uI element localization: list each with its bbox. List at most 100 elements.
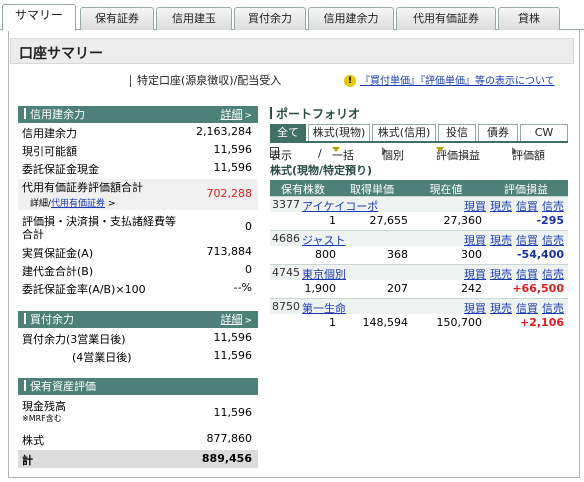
buying-power-detail-link[interactable]: 詳細 > [220, 311, 252, 330]
row-value: 11,596 [213, 161, 253, 174]
margin-sell-link[interactable]: 信売 [542, 200, 564, 213]
row-label: 委託保証金現金 [22, 163, 99, 176]
shares-value: 800 [315, 248, 336, 261]
collateral-detail-link[interactable]: 代用有価証券 [51, 199, 105, 209]
price-value: 300 [461, 248, 482, 261]
cash-buy-link[interactable]: 現買 [464, 234, 486, 247]
buying-power-section-header: 買付余力 詳細 > [18, 311, 258, 328]
holding-value-row: 1 27,655 27,360 現買 現売 信買 信売 -295 [270, 200, 568, 229]
margin-buy-link[interactable]: 信買 [516, 200, 538, 213]
price-notice: ! 『買付単価』『評価単価』等の表示について [344, 72, 555, 87]
pf-tab-stock-cash[interactable]: 株式(現物) [308, 124, 370, 142]
margin-buy-link[interactable]: 信買 [516, 268, 538, 281]
portfolio-table-header: 保有株数 取得単価 現在値 評価損益 [270, 180, 568, 196]
assets-section-header: 保有資産評価 [18, 378, 258, 395]
margin-sell-link[interactable]: 信売 [542, 302, 564, 315]
tab-stock-lending[interactable]: 貸株 [498, 7, 560, 30]
price-value: 150,700 [436, 316, 483, 329]
portfolio-title: ポートフォリオ [270, 105, 360, 122]
cash-sell-link[interactable]: 現売 [490, 302, 512, 315]
pl-value: -54,400 [516, 248, 564, 261]
header-bar-icon [24, 380, 26, 391]
buying-power-detail-label: 詳細 [220, 313, 243, 326]
cash-sell-link[interactable]: 現売 [490, 234, 512, 247]
trade-links: 現買 現売 信買 信売 [460, 198, 564, 214]
cash-sell-link[interactable]: 現売 [490, 268, 512, 281]
margin-row: 建代金合計(B) 0 [18, 263, 258, 279]
assets-header-label: 保有資産評価 [30, 380, 96, 393]
individual-text: 個別 [382, 149, 404, 162]
holding-value-row: 1,900 207 242 現買 現売 信買 信売 +66,500 [270, 268, 568, 297]
row-value: 11,596 [213, 331, 253, 344]
tab-margin-power[interactable]: 信用建余力 [308, 7, 394, 30]
row-value: 713,884 [206, 245, 253, 258]
account-type-text: 特定口座(源泉徴収)/配当受入 [137, 74, 282, 87]
tab-buying-power[interactable]: 買付余力 [234, 7, 306, 30]
display-text: 表示 [270, 149, 292, 162]
portfolio-subtitle: 株式(現物/特定預り) [270, 164, 373, 177]
holding-value-row: 1 148,594 150,700 現買 現売 信買 信売 +2,106 [270, 302, 568, 331]
margin-buy-link[interactable]: 信買 [516, 302, 538, 315]
margin-buy-link[interactable]: 信買 [516, 234, 538, 247]
portfolio-tab-underline [270, 141, 568, 143]
row-label: (4営業日後) [72, 351, 132, 364]
page-title: 口座サマリー [19, 46, 103, 62]
margin-sell-link[interactable]: 信売 [542, 268, 564, 281]
margin-row: 現引可能額 11,596 [18, 143, 258, 159]
holding-value-row: 800 368 300 現買 現売 信買 信売 -54,400 [270, 234, 568, 263]
price-value: 27,360 [443, 214, 483, 227]
portfolio-title-text: ポートフォリオ [276, 107, 361, 121]
pl-sort-text: 評価損益 [436, 149, 480, 162]
tab-collateral-securities[interactable]: 代用有価証券 [396, 7, 496, 30]
price-value: 242 [461, 282, 482, 295]
row-label: 現引可能額 [22, 145, 77, 158]
collateral-sub: 詳細/代用有価証券 > [30, 196, 115, 209]
main-tab-bar: サマリー 保有証券 信用建玉 買付余力 信用建余力 代用有価証券 貸株 [0, 0, 584, 31]
assets-total-row: 計 889,456 [18, 450, 258, 468]
margin-row: 委託保証金率(A/B)×100 --% [18, 281, 258, 297]
col-price: 現在値 [429, 183, 463, 196]
pf-tab-fund[interactable]: 投信 [438, 124, 476, 142]
row-label: 信用建余力 [22, 127, 77, 140]
row-label: 委託保証金率(A/B)×100 [22, 283, 146, 296]
margin-sell-link[interactable]: 信売 [542, 234, 564, 247]
row-value: 877,860 [206, 432, 253, 445]
separator [130, 75, 131, 87]
margin-detail-label: 詳細 [220, 108, 243, 121]
row-label: 評価損・決済損・支払諸経費等 [22, 215, 176, 228]
cost-value: 27,655 [369, 214, 409, 227]
cost-value: 368 [387, 248, 408, 261]
margin-detail-link[interactable]: 詳細 > [220, 106, 252, 125]
stock-code: 4745 [272, 266, 300, 279]
pf-tab-stock-margin[interactable]: 株式(信用) [372, 124, 436, 142]
shares-value: 1 [329, 214, 336, 227]
row-label: 代用有価証券評価額合計 [22, 181, 143, 194]
pf-tab-cw[interactable]: CW [520, 124, 568, 142]
stock-code: 4686 [272, 232, 300, 245]
row-label: 建代金合計(B) [22, 265, 94, 278]
price-notice-link[interactable]: 『買付単価』『評価単価』等の表示について [360, 76, 555, 87]
margin-row: 実質保証金(A) 713,884 [18, 245, 258, 261]
cash-buy-link[interactable]: 現買 [464, 200, 486, 213]
cash-buy-link[interactable]: 現買 [464, 268, 486, 281]
tab-summary[interactable]: サマリー [2, 4, 76, 31]
cash-sell-link[interactable]: 現売 [490, 200, 512, 213]
row-value: 2,163,284 [196, 125, 252, 138]
margin-header-label: 信用建余力 [30, 108, 85, 121]
pf-tab-bond[interactable]: 債券 [478, 124, 518, 142]
row-value: --% [233, 281, 252, 294]
row-label: 買付余力(3営業日後) [22, 333, 126, 346]
header-bar-icon [24, 108, 26, 119]
buying-power-row: 買付余力(3営業日後) 11,596 [18, 331, 258, 347]
tab-margin-positions[interactable]: 信用建玉 [156, 7, 232, 30]
row-label: 実質保証金(A) [22, 247, 94, 260]
trade-links: 現買 現売 信買 信売 [460, 300, 564, 316]
pl-value: +66,500 [512, 282, 564, 295]
assets-row: 現金残高 ※MRF含む 11,596 [18, 398, 258, 428]
cash-buy-link[interactable]: 現買 [464, 302, 486, 315]
buying-power-row: (4営業日後) 11,596 [18, 349, 258, 365]
cost-value: 207 [387, 282, 408, 295]
pf-tab-all[interactable]: 全て [270, 124, 306, 142]
tab-holdings[interactable]: 保有証券 [80, 7, 154, 30]
row-value: 11,596 [213, 349, 253, 362]
